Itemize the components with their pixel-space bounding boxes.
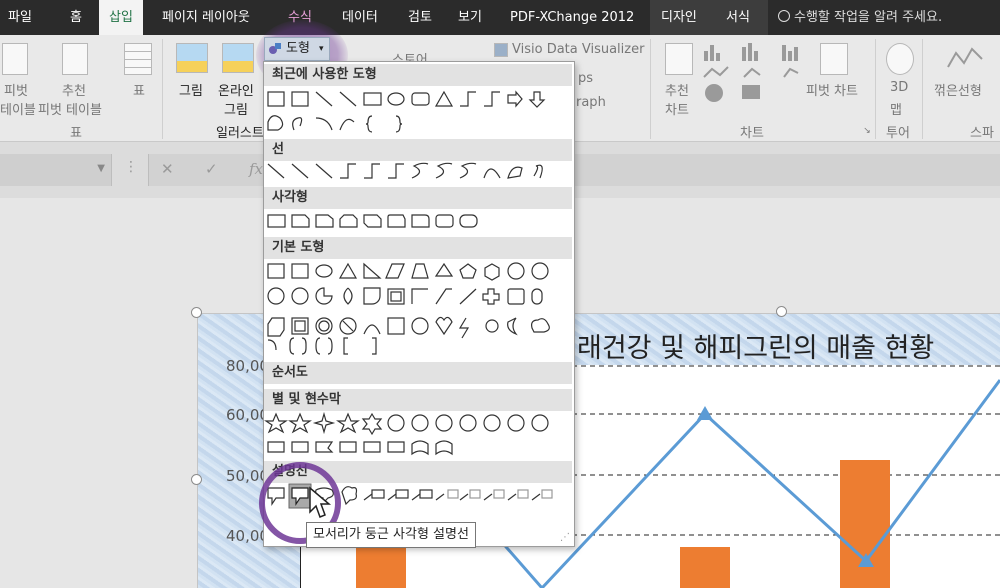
resize-grip-icon[interactable]: ⋰ xyxy=(560,532,572,544)
shape-tooltip: 모서리가 둥근 사각형 설명선 xyxy=(306,522,476,548)
mouse-cursor-icon xyxy=(309,486,332,518)
shape-thumbnails[interactable] xyxy=(0,0,1000,588)
